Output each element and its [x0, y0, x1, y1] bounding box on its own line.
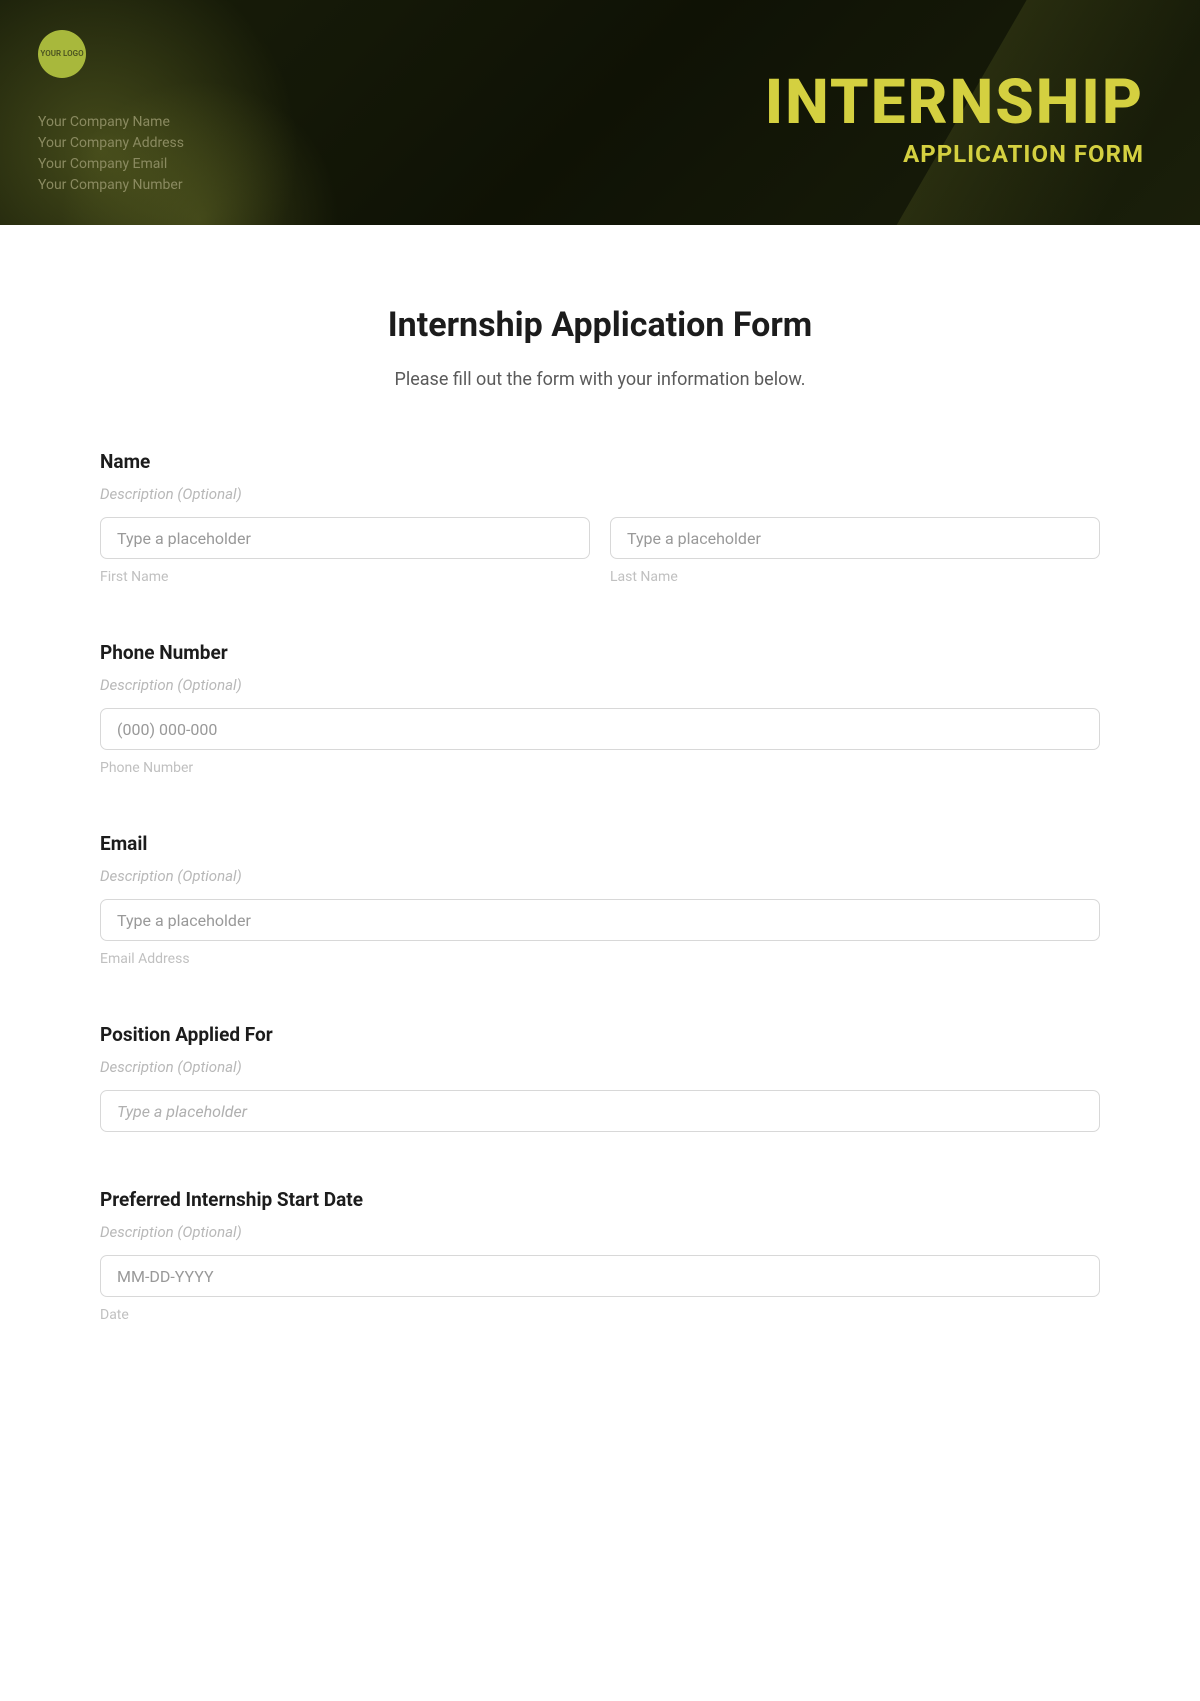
company-info-block: Your Company Name Your Company Address Y…: [38, 112, 184, 196]
first-name-sublabel: First Name: [100, 569, 590, 585]
name-field-group: Name Description (Optional) First Name L…: [100, 450, 1100, 585]
position-field-group: Position Applied For Description (Option…: [100, 1023, 1100, 1132]
company-address: Your Company Address: [38, 133, 184, 154]
header-title-sub: APPLICATION FORM: [765, 140, 1144, 168]
phone-sublabel: Phone Number: [100, 760, 1100, 776]
phone-label: Phone Number: [100, 641, 1100, 664]
start-date-description: Description (Optional): [100, 1223, 1100, 1241]
start-date-sublabel: Date: [100, 1307, 1100, 1323]
form-title: Internship Application Form: [100, 305, 1100, 345]
first-name-input[interactable]: [100, 517, 590, 559]
name-description: Description (Optional): [100, 485, 1100, 503]
email-input[interactable]: [100, 899, 1100, 941]
header-title-block: INTERNSHIP APPLICATION FORM: [765, 72, 1144, 168]
position-label: Position Applied For: [100, 1023, 1100, 1046]
last-name-input[interactable]: [610, 517, 1100, 559]
phone-input[interactable]: [100, 708, 1100, 750]
logo-placeholder: YOUR LOGO: [38, 30, 86, 78]
company-email: Your Company Email: [38, 154, 184, 175]
position-input[interactable]: [100, 1090, 1100, 1132]
start-date-field-group: Preferred Internship Start Date Descript…: [100, 1188, 1100, 1323]
email-field-group: Email Description (Optional) Email Addre…: [100, 832, 1100, 967]
form-container: Internship Application Form Please fill …: [0, 225, 1200, 1419]
company-number: Your Company Number: [38, 175, 184, 196]
last-name-sublabel: Last Name: [610, 569, 1100, 585]
header-title-main: INTERNSHIP: [765, 72, 1144, 134]
name-label: Name: [100, 450, 1100, 473]
form-subtitle: Please fill out the form with your infor…: [100, 369, 1100, 390]
email-description: Description (Optional): [100, 867, 1100, 885]
document-header: YOUR LOGO Your Company Name Your Company…: [0, 0, 1200, 225]
phone-field-group: Phone Number Description (Optional) Phon…: [100, 641, 1100, 776]
email-label: Email: [100, 832, 1100, 855]
phone-description: Description (Optional): [100, 676, 1100, 694]
logo-text: YOUR LOGO: [40, 50, 83, 59]
start-date-input[interactable]: [100, 1255, 1100, 1297]
company-name: Your Company Name: [38, 112, 184, 133]
start-date-label: Preferred Internship Start Date: [100, 1188, 1100, 1211]
position-description: Description (Optional): [100, 1058, 1100, 1076]
email-sublabel: Email Address: [100, 951, 1100, 967]
